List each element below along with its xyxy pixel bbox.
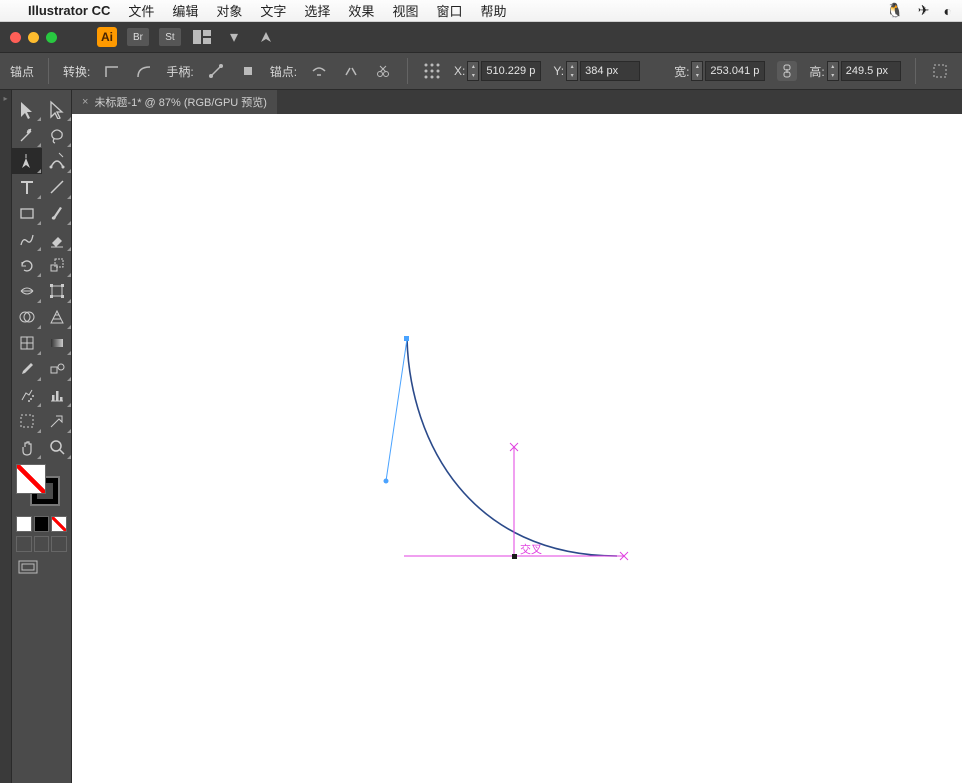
x-input[interactable] bbox=[481, 61, 541, 81]
document-tab-strip: × 未标题-1* @ 87% (RGB/GPU 预览) bbox=[72, 90, 962, 114]
shaper-tool[interactable] bbox=[12, 226, 42, 252]
link-dimensions-button[interactable] bbox=[777, 61, 797, 81]
draw-normal-button[interactable] bbox=[16, 536, 32, 552]
y-stepper[interactable]: ▴▾ bbox=[566, 61, 578, 81]
menu-text[interactable]: 文字 bbox=[260, 1, 286, 20]
shape-builder-tool[interactable] bbox=[12, 304, 42, 330]
graph-tool[interactable] bbox=[42, 382, 72, 408]
connect-anchor-button[interactable] bbox=[341, 61, 361, 81]
panel-gutter[interactable]: ▸ bbox=[0, 90, 12, 783]
eyedropper-tool[interactable] bbox=[12, 356, 42, 382]
reference-point-button[interactable] bbox=[422, 61, 442, 81]
close-window-button[interactable] bbox=[10, 32, 21, 43]
circle-icon[interactable]: ◐ bbox=[944, 3, 952, 19]
width-label: 宽: bbox=[674, 63, 689, 80]
remove-anchor-button[interactable] bbox=[309, 61, 329, 81]
screen-mode-button[interactable] bbox=[12, 554, 71, 587]
chevron-down-icon[interactable]: ▾ bbox=[223, 28, 245, 46]
fill-swatch[interactable] bbox=[16, 464, 46, 494]
menu-window[interactable]: 窗口 bbox=[436, 1, 462, 20]
line-tool[interactable] bbox=[42, 174, 72, 200]
menu-help[interactable]: 帮助 bbox=[480, 1, 506, 20]
ai-logo-icon: Ai bbox=[97, 27, 117, 47]
color-mode-button[interactable] bbox=[16, 516, 32, 532]
stock-button[interactable]: St bbox=[159, 28, 181, 46]
close-tab-icon[interactable]: × bbox=[82, 96, 88, 108]
menu-select[interactable]: 选择 bbox=[304, 1, 330, 20]
gradient-mode-button[interactable] bbox=[34, 516, 50, 532]
zoom-tool[interactable] bbox=[42, 434, 72, 460]
telegram-icon[interactable]: ✈ bbox=[918, 2, 930, 19]
free-transform-tool[interactable] bbox=[42, 278, 72, 304]
isolate-button[interactable] bbox=[930, 61, 950, 81]
smart-guide-label: 交叉 bbox=[520, 542, 542, 556]
draw-inside-button[interactable] bbox=[51, 536, 67, 552]
cut-anchor-button[interactable] bbox=[373, 61, 393, 81]
show-handles-button[interactable] bbox=[206, 61, 226, 81]
type-tool[interactable] bbox=[12, 174, 42, 200]
pen-tool[interactable] bbox=[12, 148, 42, 174]
y-input[interactable] bbox=[580, 61, 640, 81]
app-menu[interactable]: Illustrator CC bbox=[28, 3, 110, 18]
direct-selection-tool[interactable] bbox=[42, 96, 72, 122]
arrange-documents-button[interactable] bbox=[191, 28, 213, 46]
mesh-tool[interactable] bbox=[12, 330, 42, 356]
lasso-tool[interactable] bbox=[42, 122, 72, 148]
menu-edit[interactable]: 编辑 bbox=[172, 1, 198, 20]
anchor-point-label: 锚点 bbox=[10, 63, 34, 80]
gpu-rocket-icon[interactable] bbox=[255, 28, 277, 46]
menu-effect[interactable]: 效果 bbox=[348, 1, 374, 20]
perspective-tool[interactable] bbox=[42, 304, 72, 330]
document-tab[interactable]: × 未标题-1* @ 87% (RGB/GPU 预览) bbox=[72, 90, 277, 114]
rotate-tool[interactable] bbox=[12, 252, 42, 278]
y-label: Y: bbox=[553, 64, 564, 78]
hide-handles-button[interactable] bbox=[238, 61, 258, 81]
app-titlebar: Ai Br St ▾ bbox=[0, 22, 962, 52]
curvature-tool[interactable] bbox=[42, 148, 72, 174]
height-input[interactable] bbox=[841, 61, 901, 81]
menu-view[interactable]: 视图 bbox=[392, 1, 418, 20]
anchor2-label: 锚点: bbox=[270, 63, 297, 80]
toolbox bbox=[12, 90, 72, 783]
blend-tool[interactable] bbox=[42, 356, 72, 382]
width-tool[interactable] bbox=[12, 278, 42, 304]
rectangle-tool[interactable] bbox=[12, 200, 42, 226]
draw-behind-button[interactable] bbox=[34, 536, 50, 552]
penguin-icon[interactable]: 🐧 bbox=[886, 2, 903, 19]
height-stepper[interactable]: ▴▾ bbox=[827, 61, 839, 81]
mac-menubar: Illustrator CC 文件 编辑 对象 文字 选择 效果 视图 窗口 帮… bbox=[0, 0, 962, 22]
minimize-window-button[interactable] bbox=[28, 32, 39, 43]
control-bar: 锚点 转换: 手柄: 锚点: X: ▴▾ Y: ▴▾ 宽: ▴▾ 高: ▴▾ bbox=[0, 52, 962, 90]
x-label: X: bbox=[454, 64, 465, 78]
selection-tool[interactable] bbox=[12, 96, 42, 122]
fill-stroke-swatches[interactable] bbox=[12, 460, 71, 514]
hand-tool[interactable] bbox=[12, 434, 42, 460]
menu-file[interactable]: 文件 bbox=[128, 1, 154, 20]
artboard-tool[interactable] bbox=[12, 408, 42, 434]
height-label: 高: bbox=[809, 63, 824, 80]
zoom-window-button[interactable] bbox=[46, 32, 57, 43]
scale-tool[interactable] bbox=[42, 252, 72, 278]
convert-label: 转换: bbox=[63, 63, 90, 80]
paintbrush-tool[interactable] bbox=[42, 200, 72, 226]
symbol-sprayer-tool[interactable] bbox=[12, 382, 42, 408]
bridge-button[interactable]: Br bbox=[127, 28, 149, 46]
handles-label: 手柄: bbox=[166, 63, 193, 80]
document-tab-title: 未标题-1* @ 87% (RGB/GPU 预览) bbox=[94, 94, 267, 110]
gradient-tool[interactable] bbox=[42, 330, 72, 356]
slice-tool[interactable] bbox=[42, 408, 72, 434]
width-input[interactable] bbox=[705, 61, 765, 81]
none-mode-button[interactable] bbox=[51, 516, 67, 532]
x-stepper[interactable]: ▴▾ bbox=[467, 61, 479, 81]
convert-smooth-button[interactable] bbox=[134, 61, 154, 81]
menu-object[interactable]: 对象 bbox=[216, 1, 242, 20]
convert-corner-button[interactable] bbox=[102, 61, 122, 81]
canvas[interactable]: 交叉 bbox=[72, 114, 962, 783]
artwork: 交叉 bbox=[72, 114, 962, 783]
magic-wand-tool[interactable] bbox=[12, 122, 42, 148]
eraser-tool[interactable] bbox=[42, 226, 72, 252]
window-controls bbox=[10, 32, 57, 43]
width-stepper[interactable]: ▴▾ bbox=[691, 61, 703, 81]
